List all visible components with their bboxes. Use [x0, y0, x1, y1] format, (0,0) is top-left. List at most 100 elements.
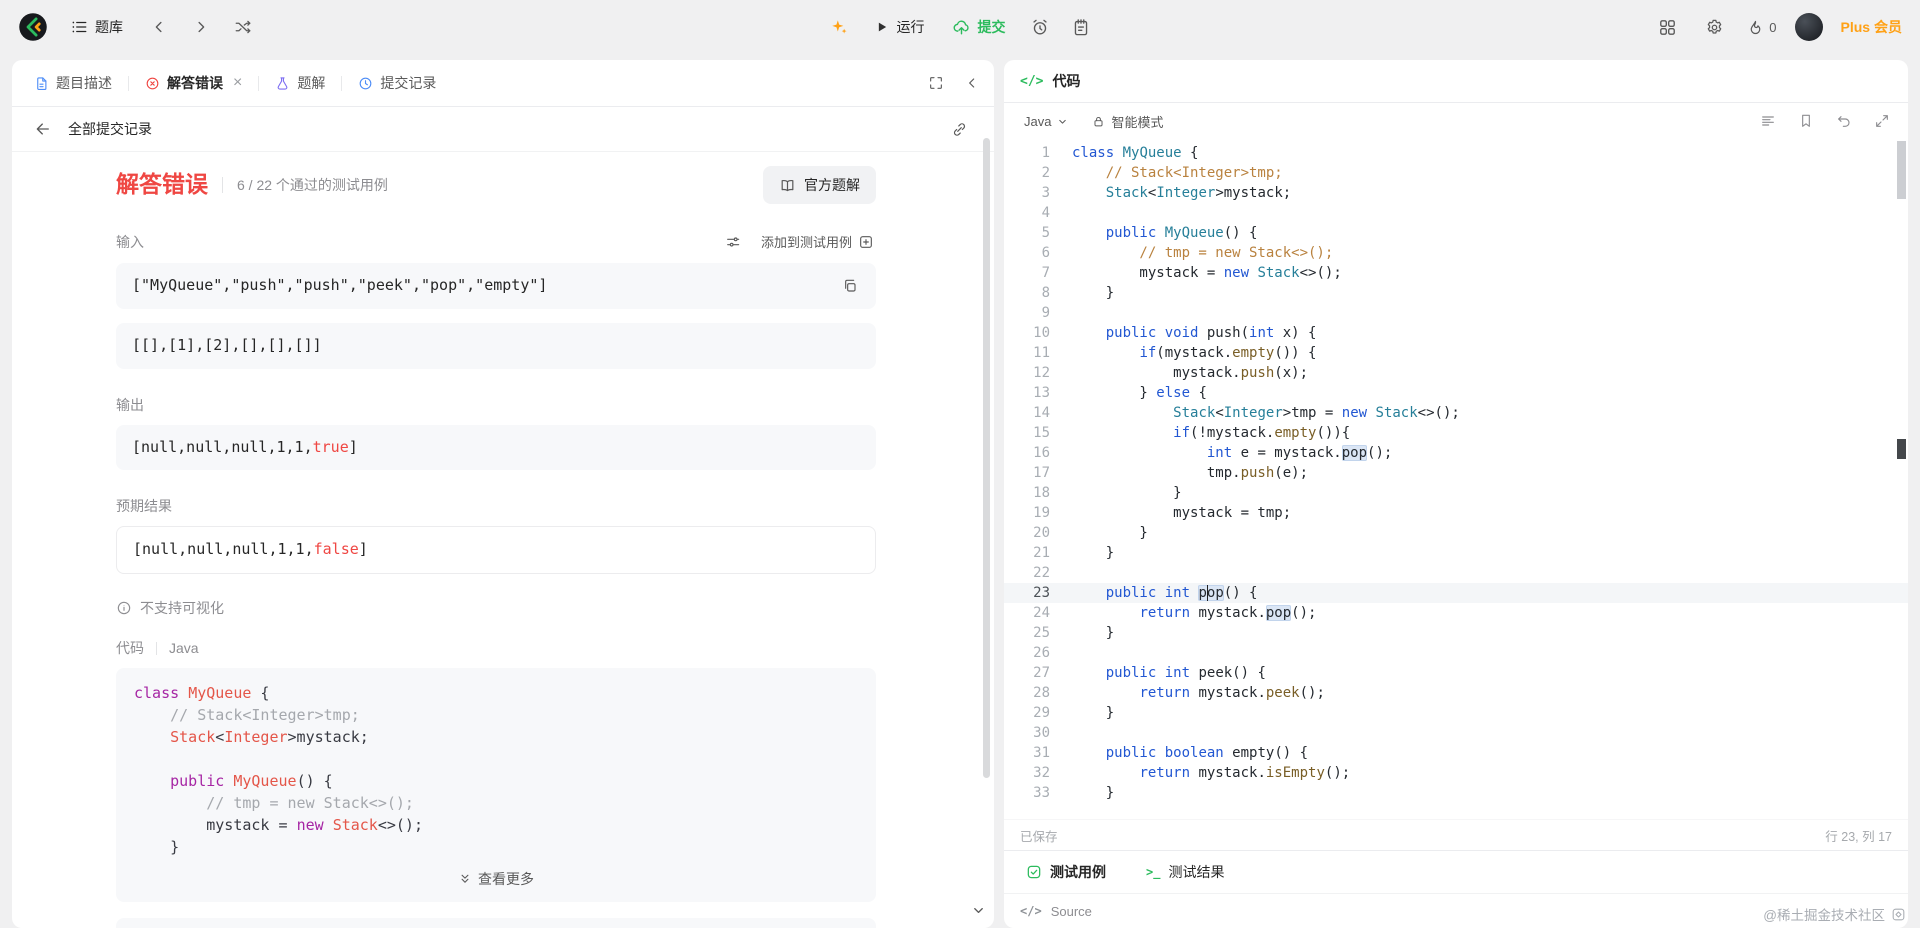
editor-code-line[interactable]: 13 } else { — [1004, 383, 1908, 403]
tab-testcase[interactable]: 测试用例 — [1020, 861, 1112, 883]
editor-code-line[interactable]: 28 return mystack.peek(); — [1004, 683, 1908, 703]
line-number: 33 — [1033, 785, 1050, 801]
expected-value-block: [null,null,null,1,1,false] — [116, 526, 876, 574]
editor-code-line[interactable]: 21 } — [1004, 543, 1908, 563]
tab-test-result[interactable]: >_ 测试结果 — [1140, 861, 1230, 883]
left-panel-scrollbar[interactable] — [983, 138, 990, 778]
editor-code-line[interactable]: 24 return mystack.pop(); — [1004, 603, 1908, 623]
editor-code-line[interactable]: 3 Stack<Integer>mystack; — [1004, 183, 1908, 203]
test-result-tab-label: 测试结果 — [1168, 864, 1225, 880]
undo-icon — [1836, 113, 1852, 129]
avatar[interactable] — [1794, 13, 1823, 41]
editor-code-line[interactable]: 15 if(!mystack.empty()){ — [1004, 423, 1908, 443]
align-left-icon — [1760, 113, 1776, 129]
editor-header: </> 代码 — [1004, 60, 1908, 103]
smart-mode-indicator[interactable]: 智能模式 — [1092, 112, 1163, 131]
random-problem-button[interactable] — [229, 13, 257, 41]
editor-code-line[interactable]: 31 public boolean empty() { — [1004, 743, 1908, 763]
ai-debug-button[interactable] — [825, 13, 854, 42]
line-number: 23 — [1033, 585, 1050, 601]
editor-code-line[interactable]: 10 public void push(int x) { — [1004, 323, 1908, 343]
editor-code-line[interactable]: 14 Stack<Integer>tmp = new Stack<>(); — [1004, 403, 1908, 423]
problem-bank-button[interactable]: 题库 — [62, 12, 131, 42]
editor-code-line[interactable]: 29 } — [1004, 703, 1908, 723]
editor-code-line[interactable]: 32 return mystack.isEmpty(); — [1004, 763, 1908, 783]
official-solution-button[interactable]: 官方题解 — [763, 166, 876, 204]
tab-problem-description[interactable]: 题目描述 — [24, 70, 122, 97]
line-content: // tmp = new Stack<>(); — [1072, 245, 1334, 261]
reset-code-button[interactable] — [1834, 111, 1854, 131]
bookmark-button[interactable] — [1796, 111, 1816, 131]
editor-code-line[interactable]: 11 if(mystack.empty()) { — [1004, 343, 1908, 363]
add-to-testcases-label: 添加到测试用例 — [760, 235, 852, 250]
line-content: Stack<Integer>tmp = new Stack<>(); — [1173, 405, 1460, 421]
expected-bool-value: false — [313, 540, 359, 559]
nav-back-button[interactable] — [145, 13, 173, 41]
output-value: [null,null,null,1,1,true] — [132, 437, 358, 456]
scroll-to-bottom-button[interactable] — [969, 901, 988, 920]
editor-code-line[interactable]: 2 // Stack<Integer>tmp; — [1004, 163, 1908, 183]
expand-editor-button[interactable] — [1872, 111, 1892, 131]
editor-code-line[interactable]: 18 } — [1004, 483, 1908, 503]
language-label: Java — [1024, 113, 1052, 129]
line-number: 22 — [1033, 565, 1050, 581]
editor-code-line[interactable]: 26 — [1004, 643, 1908, 663]
back-button[interactable] — [32, 118, 54, 140]
tab-separator — [128, 75, 129, 91]
submission-detail: 解答错误 6 / 22 个通过的测试用例 官方题解 输入 添加到测试用例 ["M… — [12, 152, 994, 928]
snippet-code-line: Stack<Integer>mystack; — [170, 728, 369, 746]
note-input[interactable] — [116, 918, 876, 928]
collapse-panel-button[interactable] — [962, 73, 982, 93]
fullscreen-button[interactable] — [926, 73, 946, 93]
settings-button[interactable] — [1700, 13, 1729, 42]
editor-scrollbar[interactable] — [1897, 141, 1906, 199]
timer-button[interactable] — [1026, 13, 1055, 42]
snippet-code-line: // tmp = new Stack<>(); — [134, 794, 414, 812]
editor-code-line[interactable]: 12 mystack.push(x); — [1004, 363, 1908, 383]
streak-count: 0 — [1769, 19, 1777, 35]
run-button[interactable]: 运行 — [866, 13, 933, 41]
editor-code-line[interactable]: 6 // tmp = new Stack<>(); — [1004, 243, 1908, 263]
editor-code-line[interactable]: 33 } — [1004, 783, 1908, 803]
x-circle-icon — [145, 76, 160, 91]
submit-button[interactable]: 提交 — [945, 12, 1014, 42]
tab-wrong-answer[interactable]: 解答错误 × — [135, 69, 252, 97]
run-label: 运行 — [896, 19, 925, 35]
editor-code-line[interactable]: 7 mystack = new Stack<>(); — [1004, 263, 1908, 283]
editor-tab-label[interactable]: 代码 — [1052, 71, 1080, 91]
subheader-title[interactable]: 全部提交记录 — [68, 119, 152, 139]
editor-code-line[interactable]: 22 — [1004, 563, 1908, 583]
editor-code-line[interactable]: 27 public int peek() { — [1004, 663, 1908, 683]
editor-code-line[interactable]: 5 public MyQueue() { — [1004, 223, 1908, 243]
editor-code-line[interactable]: 30 — [1004, 723, 1908, 743]
format-code-button[interactable] — [1758, 111, 1778, 131]
notes-button[interactable] — [1067, 13, 1096, 42]
tab-solutions[interactable]: 题解 — [265, 70, 335, 97]
copy-button[interactable] — [840, 276, 860, 296]
plus-membership-link[interactable]: Plus 会员 — [1841, 17, 1902, 37]
editor-code-line[interactable]: 1 class MyQueue { — [1004, 143, 1908, 163]
nav-forward-button[interactable] — [187, 13, 215, 41]
editor-code-line[interactable]: 17 tmp.push(e); — [1004, 463, 1908, 483]
editor-code-line[interactable]: 19 mystack = tmp; — [1004, 503, 1908, 523]
apps-grid-button[interactable] — [1653, 13, 1682, 42]
language-selector[interactable]: Java — [1020, 110, 1072, 133]
editor-code-line[interactable]: 23 public int pop() { — [1004, 583, 1908, 603]
editor-code-line[interactable]: 16 int e = mystack.pop(); — [1004, 443, 1908, 463]
copy-link-button[interactable] — [945, 120, 974, 139]
add-to-testcases-button[interactable]: 添加到测试用例 — [759, 230, 876, 253]
copy-icon — [842, 278, 858, 294]
app-logo[interactable] — [18, 12, 48, 42]
diff-toggle-button[interactable] — [723, 232, 743, 252]
tab-label: 题解 — [297, 75, 326, 91]
editor-code-line[interactable]: 8 } — [1004, 283, 1908, 303]
editor-code-line[interactable]: 4 — [1004, 203, 1908, 223]
editor-code-line[interactable]: 25 } — [1004, 623, 1908, 643]
streak-counter[interactable]: 0 — [1747, 19, 1777, 36]
editor-code-line[interactable]: 9 — [1004, 303, 1908, 323]
editor-code-line[interactable]: 20 } — [1004, 523, 1908, 543]
close-icon[interactable]: × — [233, 75, 242, 91]
tab-submissions[interactable]: 提交记录 — [348, 70, 446, 97]
code-editor[interactable]: 1 class MyQueue {2 // Stack<Integer>tmp; 3… — [1004, 139, 1908, 819]
view-more-button[interactable]: 查看更多 — [452, 868, 540, 890]
